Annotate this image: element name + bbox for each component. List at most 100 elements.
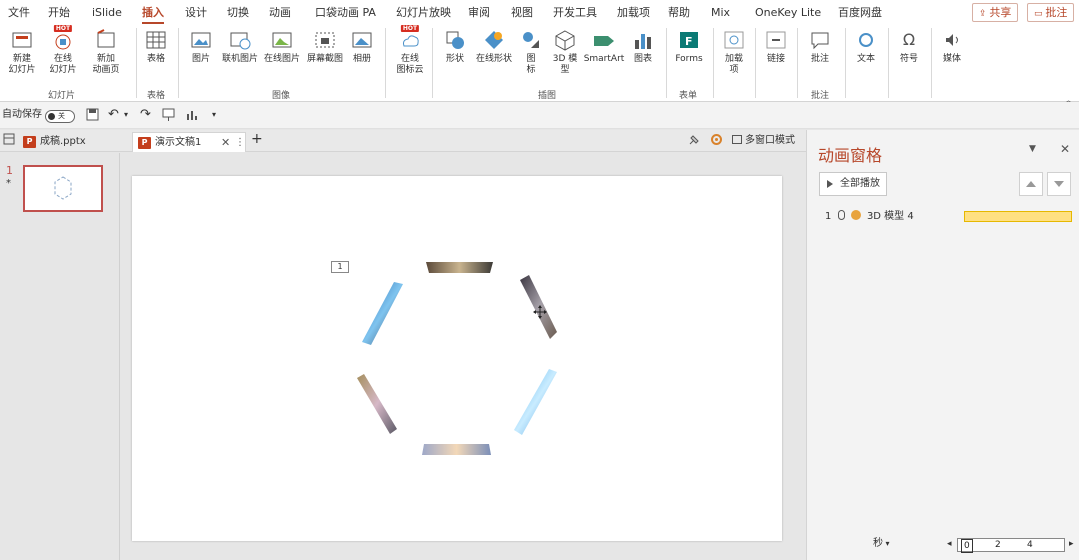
tab-animations[interactable]: 动画: [269, 4, 291, 22]
smartart-button[interactable]: SmartArt: [582, 28, 626, 65]
online-icon-lib-button[interactable]: HOT 在线 图标云: [392, 25, 428, 76]
move-up-button[interactable]: [1019, 172, 1043, 196]
group-label-slides: 幻灯片: [48, 91, 76, 101]
screenshot-button[interactable]: 屏幕截图: [305, 28, 345, 65]
slide-canvas[interactable]: 1: [132, 176, 782, 541]
settings-icon[interactable]: [710, 133, 723, 151]
symbol-button[interactable]: Ω 符号: [895, 28, 923, 65]
ribbon-separator: [797, 28, 798, 98]
speaker-icon: [940, 28, 964, 52]
move-down-button[interactable]: [1047, 172, 1071, 196]
tab-addins[interactable]: 加载项: [617, 4, 650, 22]
autosave-toggle[interactable]: 关: [45, 110, 75, 123]
document-tab-bar: P 成稿.pptx P 演示文稿1 ✕ ⋮ + 多窗口模式: [0, 130, 806, 152]
add-tab-icon[interactable]: +: [251, 132, 263, 146]
close-tab-icon[interactable]: ✕: [221, 133, 230, 153]
tab-help[interactable]: 帮助: [668, 4, 690, 22]
online-picture2-button[interactable]: 在线图片: [263, 28, 301, 65]
comment-bubble-icon: [808, 28, 832, 52]
animation-list-item[interactable]: 1 3D 模型 4: [825, 210, 914, 224]
new-slide-button[interactable]: 新建 幻灯片: [3, 28, 41, 76]
icons-button[interactable]: 图 标: [518, 28, 544, 76]
pin-icon[interactable]: [688, 133, 701, 151]
tab-menu-icon[interactable]: ⋮: [235, 133, 245, 153]
group-label-images: 图像: [272, 91, 291, 101]
presenter-icon[interactable]: [162, 108, 175, 126]
doc-tab-presentation1[interactable]: P 演示文稿1 ✕ ⋮: [132, 132, 246, 152]
tab-baidu-pan[interactable]: 百度网盘: [838, 4, 882, 22]
doc-tab-draft[interactable]: P 成稿.pptx: [18, 132, 130, 152]
autosave-label: 自动保存: [2, 109, 42, 120]
table-button[interactable]: 表格: [142, 28, 170, 65]
tab-design[interactable]: 设计: [185, 4, 207, 22]
save-icon[interactable]: [86, 108, 99, 126]
picture-button[interactable]: 图片: [186, 28, 216, 65]
online-picture2-icon: [270, 28, 294, 52]
customize-qat-icon[interactable]: ▾: [212, 108, 216, 122]
tab-pocket-animation[interactable]: 口袋动画 PA: [315, 4, 376, 22]
tab-list-icon[interactable]: [3, 133, 15, 150]
tick-2: 2: [995, 540, 1001, 550]
tab-onekey[interactable]: OneKey Lite: [755, 4, 821, 22]
scroll-right-icon[interactable]: ▸: [1069, 538, 1074, 550]
comment-icon: ▭: [1034, 9, 1046, 19]
cube-icon: [553, 28, 577, 52]
new-anim-page-button[interactable]: 新加 动画页: [86, 28, 126, 76]
new-slide-icon: [10, 28, 34, 52]
forms-button[interactable]: F Forms: [672, 28, 706, 65]
slide-thumbnail-1[interactable]: [23, 165, 103, 212]
addins-button[interactable]: 加载 项: [720, 28, 748, 76]
timeline-ruler[interactable]: 0 2 4: [957, 538, 1065, 553]
3d-model-button[interactable]: 3D 模 型: [550, 28, 580, 76]
close-pane-icon[interactable]: ✕: [1060, 142, 1070, 156]
online-slide-button[interactable]: HOT 在线 幻灯片: [44, 25, 82, 76]
comment-insert-button[interactable]: 批注: [805, 28, 835, 65]
tab-insert[interactable]: 插入: [142, 4, 164, 24]
redo-icon[interactable]: ↷: [140, 108, 151, 122]
tab-review[interactable]: 审阅: [468, 4, 490, 22]
tab-mix[interactable]: Mix: [711, 4, 730, 22]
text-button[interactable]: 文本: [852, 28, 880, 65]
text-icon: [854, 28, 878, 52]
album-button[interactable]: 相册: [349, 28, 375, 65]
animation-timeline-bar[interactable]: [964, 211, 1072, 222]
play-all-button[interactable]: 全部播放: [819, 172, 887, 196]
powerpoint-icon: P: [23, 136, 36, 148]
share-button[interactable]: ⇪ 共享: [972, 3, 1019, 22]
mouse-click-icon: [837, 210, 845, 220]
picture-icon: [189, 28, 213, 52]
tab-home[interactable]: 开始: [48, 4, 70, 22]
tab-slideshow[interactable]: 幻灯片放映: [396, 4, 451, 22]
multi-window-mode-button[interactable]: 多窗口模式: [732, 134, 795, 148]
chart-button[interactable]: 图表: [630, 28, 656, 65]
undo-icon[interactable]: ↶: [108, 108, 119, 122]
tab-file[interactable]: 文件: [8, 4, 30, 22]
tab-developer[interactable]: 开发工具: [553, 4, 597, 22]
hexagon-face-bottom-right: [514, 369, 557, 435]
shape-button[interactable]: 形状: [440, 28, 470, 65]
pane-options-icon[interactable]: ▼: [1029, 144, 1036, 154]
3d-model-hexagon[interactable]: [132, 176, 782, 541]
tab-transitions[interactable]: 切换: [227, 4, 249, 22]
ribbon-separator: [666, 28, 667, 98]
icon-cloud-icon: HOT: [398, 25, 422, 52]
model-effect-icon: [850, 210, 861, 220]
media-button[interactable]: 媒体: [938, 28, 966, 65]
tick-0: 0: [961, 539, 973, 553]
scroll-left-icon[interactable]: ◂: [947, 538, 952, 550]
comments-button[interactable]: ▭ 批注: [1027, 3, 1075, 22]
online-picture-button[interactable]: 联机图片: [220, 28, 260, 65]
tab-view[interactable]: 视图: [511, 4, 533, 22]
hexagon-face-top-left: [362, 282, 403, 345]
camera-icon: [313, 28, 337, 52]
ribbon-separator: [385, 28, 386, 98]
online-shape-button[interactable]: 在线形状: [474, 28, 514, 65]
seconds-dropdown[interactable]: 秒 ▾: [873, 538, 890, 550]
tab-islide[interactable]: iSlide: [92, 4, 122, 22]
ribbon-separator: [432, 28, 433, 98]
toggle-knob: [48, 113, 55, 120]
chart-small-icon[interactable]: [185, 108, 198, 126]
thumbnail-hexagon-preview: [54, 176, 72, 200]
link-button[interactable]: 链接: [762, 28, 790, 65]
undo-dropdown-icon[interactable]: ▾: [124, 108, 128, 122]
